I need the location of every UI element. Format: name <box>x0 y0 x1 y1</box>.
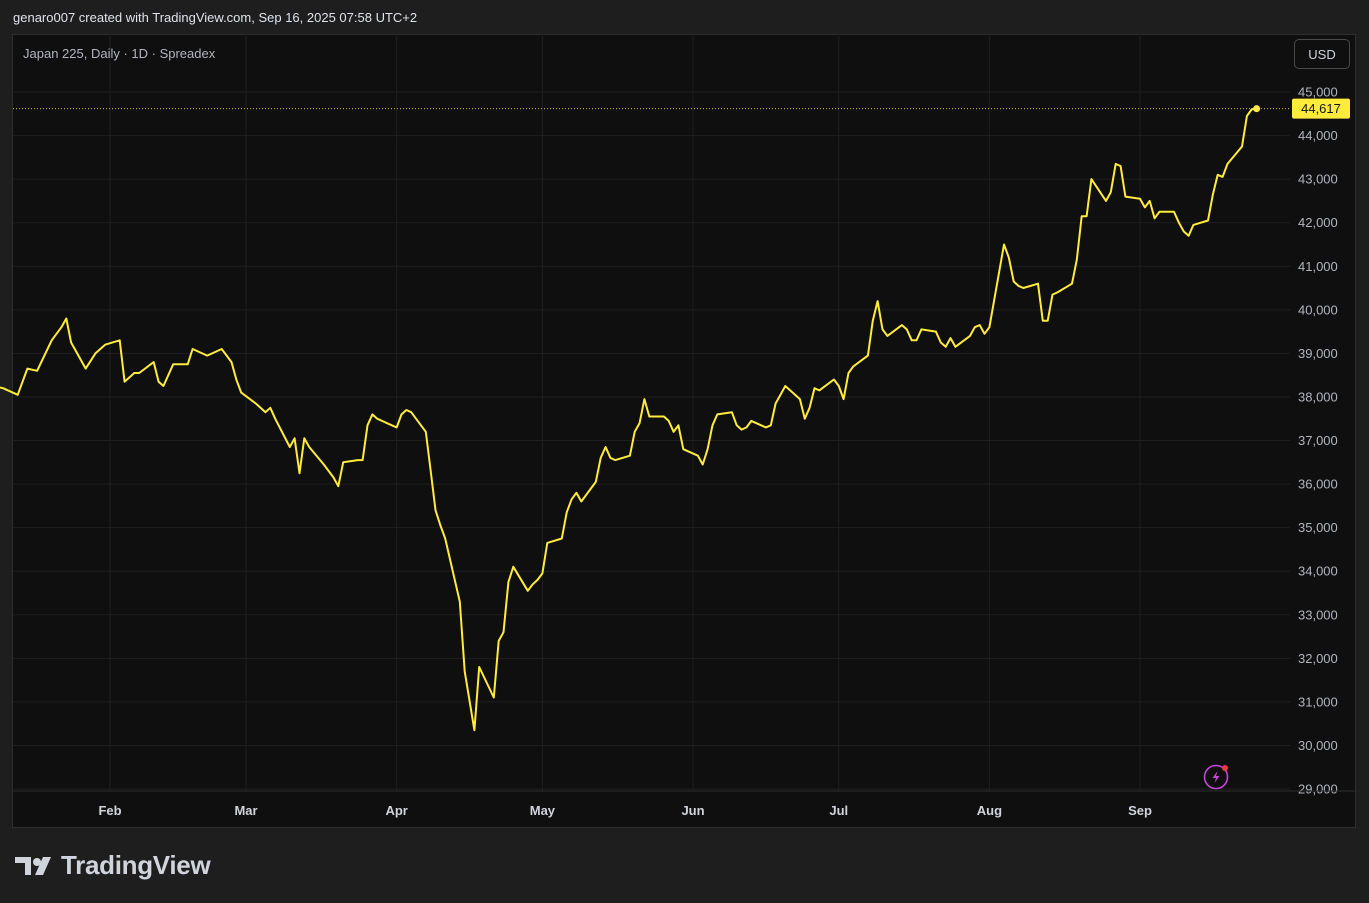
series-line <box>0 107 1257 732</box>
tradingview-brand[interactable]: TradingView <box>15 850 211 881</box>
y-tick-label: 44,000 <box>1298 128 1338 143</box>
x-tick-label: Feb <box>98 803 121 818</box>
tradingview-logo-icon <box>15 856 51 875</box>
last-price-marker: 44,617 <box>13 98 1350 119</box>
y-tick-label: 36,000 <box>1298 477 1338 492</box>
y-tick-label: 30,000 <box>1298 738 1338 753</box>
x-tick-label: Sep <box>1128 803 1152 818</box>
y-tick-label: 32,000 <box>1298 651 1338 666</box>
lightning-alert-icon[interactable] <box>1203 764 1229 790</box>
chart-grid <box>13 34 1290 791</box>
x-tick-label: Mar <box>234 803 257 818</box>
price-series <box>0 107 1257 732</box>
last-price-label: 44,617 <box>1301 101 1341 116</box>
y-tick-label: 37,000 <box>1298 433 1338 448</box>
y-tick-label: 29,000 <box>1298 782 1338 797</box>
y-tick-label: 38,000 <box>1298 389 1338 404</box>
x-tick-label: Jun <box>681 803 704 818</box>
x-tick-label: Aug <box>977 803 1002 818</box>
x-tick-label: May <box>530 803 556 818</box>
time-axis: Feb Mar Apr May Jun Jul Aug Sep <box>13 790 1356 818</box>
x-tick-label: Apr <box>385 803 407 818</box>
y-tick-label: 41,000 <box>1298 259 1338 274</box>
y-tick-label: 43,000 <box>1298 172 1338 187</box>
y-tick-label: 33,000 <box>1298 607 1338 622</box>
y-tick-label: 34,000 <box>1298 564 1338 579</box>
y-tick-label: 35,000 <box>1298 520 1338 535</box>
currency-button[interactable]: USD <box>1294 39 1350 69</box>
last-price-dot <box>1253 105 1261 113</box>
x-tick-label: Jul <box>829 803 848 818</box>
y-tick-label: 40,000 <box>1298 302 1338 317</box>
brand-name: TradingView <box>61 850 211 880</box>
price-axis: 45,000 44,000 43,000 42,000 41,000 40,000 39,0… <box>1298 85 1338 797</box>
chart-symbol-label: Japan 225, Daily · 1D · Spreadex <box>23 46 216 61</box>
y-tick-label: 42,000 <box>1298 215 1338 230</box>
y-tick-label: 31,000 <box>1298 694 1338 709</box>
y-tick-label: 39,000 <box>1298 346 1338 361</box>
y-tick-label: 45,000 <box>1298 85 1338 100</box>
price-chart[interactable]: 45,000 44,000 43,000 42,000 41,000 40,000 39,0… <box>0 0 1369 903</box>
